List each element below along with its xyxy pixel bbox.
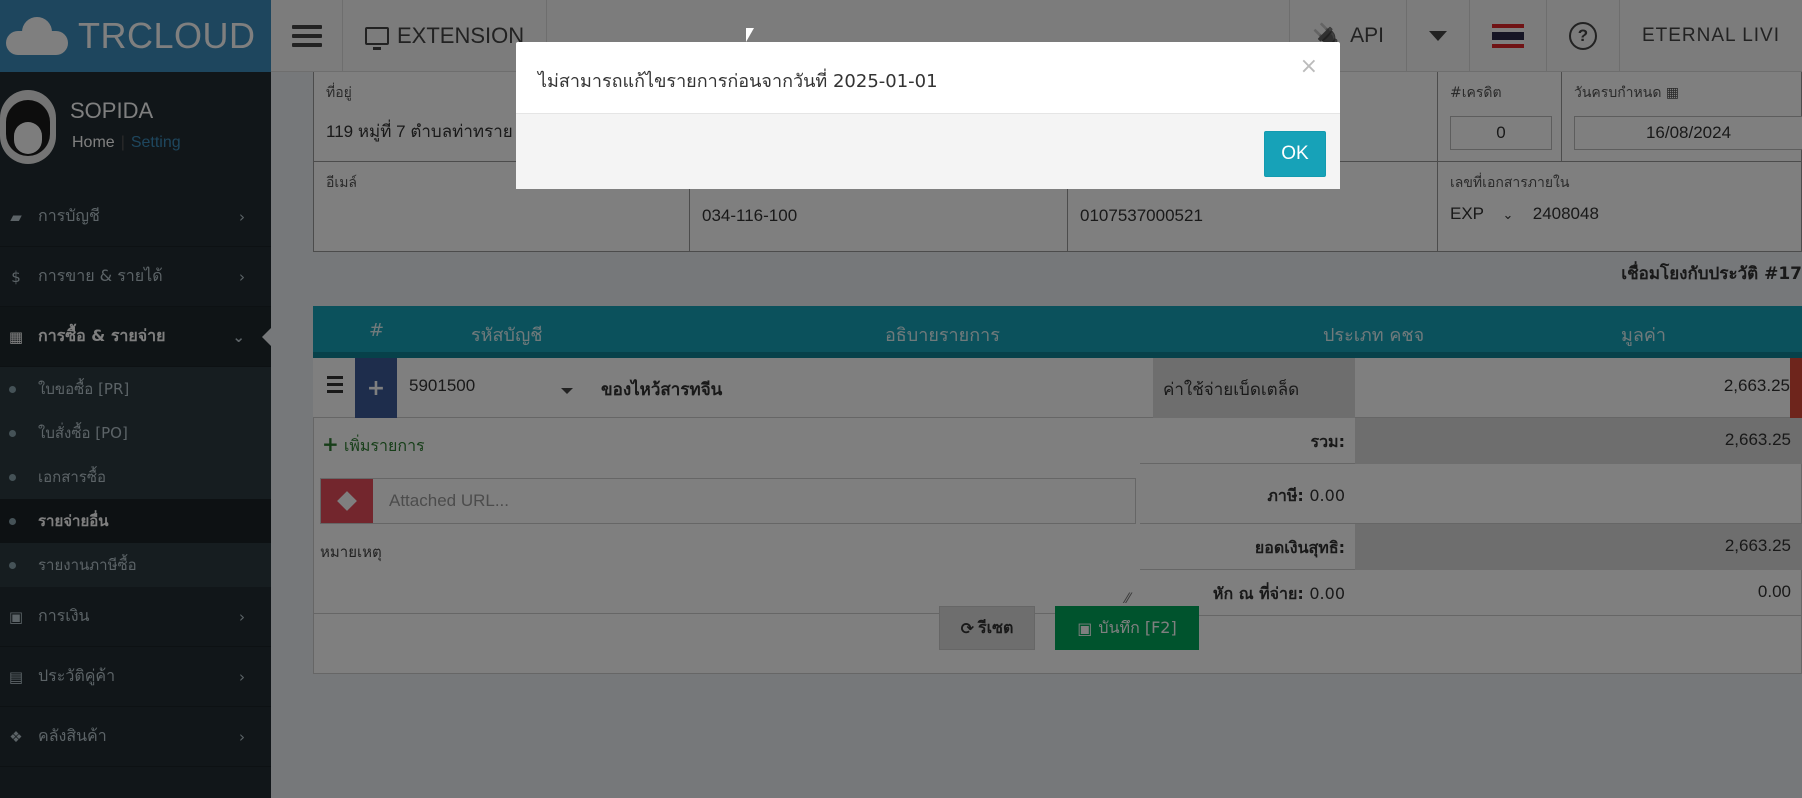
dialog-footer: OK <box>516 114 1340 189</box>
close-icon[interactable]: × <box>1300 54 1318 79</box>
ok-button[interactable]: OK <box>1264 131 1326 177</box>
alert-dialog: ไม่สามารถแก้ไขรายการก่อนจากวันที่ 2025-0… <box>516 42 1340 189</box>
mouse-cursor-icon <box>746 28 754 42</box>
alert-message: ไม่สามารถแก้ไขรายการก่อนจากวันที่ 2025-0… <box>516 42 1340 114</box>
